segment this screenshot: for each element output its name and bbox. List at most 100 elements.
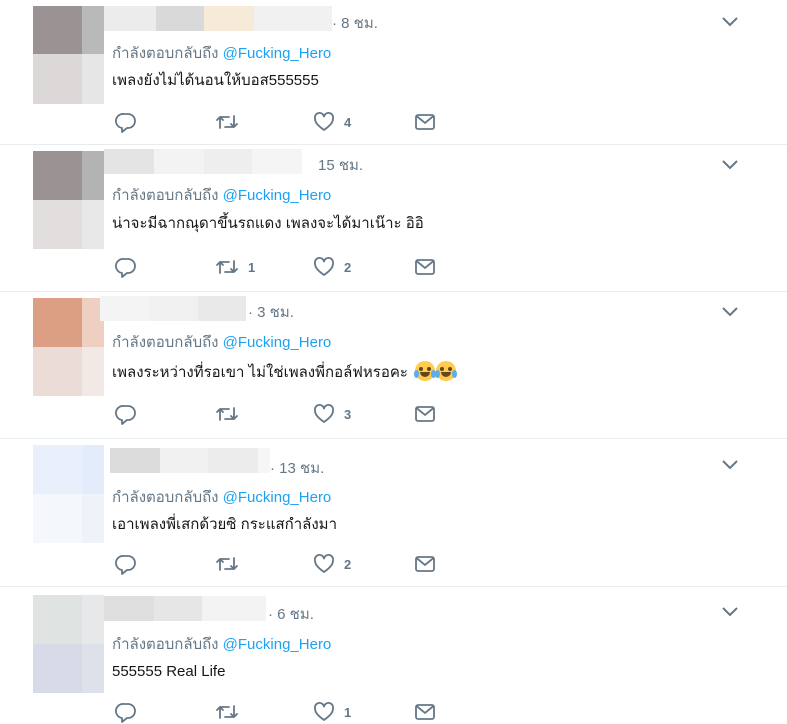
replying-to: กำลังตอบกลับถึง @Fucking_Hero xyxy=(112,41,331,65)
avatar[interactable] xyxy=(33,298,104,396)
reply-button[interactable] xyxy=(115,552,137,576)
replying-to: กำลังตอบกลับถึง @Fucking_Hero xyxy=(112,485,331,509)
timestamp[interactable]: · 3 ชม. xyxy=(248,300,294,324)
reply-item[interactable]: · 6 ชม. กำลังตอบกลับถึง @Fucking_Hero 55… xyxy=(0,587,787,724)
dm-button[interactable] xyxy=(414,110,436,134)
mention-link[interactable]: @Fucking_Hero xyxy=(223,45,332,62)
envelope-icon xyxy=(415,259,435,275)
heart-icon xyxy=(314,404,334,423)
chevron-down-icon[interactable] xyxy=(720,604,740,620)
envelope-icon xyxy=(415,114,435,130)
dm-button[interactable] xyxy=(414,700,436,724)
retweet-button[interactable] xyxy=(215,552,248,576)
reply-text-container: เพลงระหว่างที่รอเขา ไม่ใช่เพลงพี่กอล์ฟหร… xyxy=(112,361,458,383)
action-bar: 4 xyxy=(0,110,787,134)
tears-of-joy-emoji-icon xyxy=(435,361,458,381)
reply-item[interactable]: · 8 ชม. กำลังตอบกลับถึง @Fucking_Hero เพ… xyxy=(0,0,787,145)
action-bar: 2 xyxy=(0,552,787,576)
avatar[interactable] xyxy=(33,151,104,249)
chevron-down-icon[interactable] xyxy=(720,157,740,173)
replying-to: กำลังตอบกลับถึง @Fucking_Hero xyxy=(112,632,331,656)
retweet-button[interactable]: 1 xyxy=(215,255,255,279)
envelope-icon xyxy=(415,704,435,720)
reply-feed: · 8 ชม. กำลังตอบกลับถึง @Fucking_Hero เพ… xyxy=(0,0,787,724)
like-count: 4 xyxy=(344,114,352,130)
reply-text: เอาเพลงพี่เสกด้วยซิ กระแสกำลังมา xyxy=(112,516,337,533)
retweet-icon xyxy=(216,115,238,129)
retweet-icon xyxy=(216,705,238,719)
retweet-icon xyxy=(216,260,238,274)
retweet-icon xyxy=(216,407,238,421)
like-button[interactable]: 4 xyxy=(313,110,351,134)
like-count: 2 xyxy=(344,556,352,572)
reply-button[interactable] xyxy=(115,700,137,724)
mention-link[interactable]: @Fucking_Hero xyxy=(223,187,332,204)
action-bar: 1 2 xyxy=(0,255,787,279)
dm-button[interactable] xyxy=(414,402,436,426)
mention-link[interactable]: @Fucking_Hero xyxy=(223,489,332,506)
heart-icon xyxy=(314,554,334,573)
like-count: 2 xyxy=(344,259,352,275)
display-name-redacted[interactable] xyxy=(104,149,302,174)
retweet-icon xyxy=(216,557,238,571)
retweet-button[interactable] xyxy=(215,700,248,724)
mention-link[interactable]: @Fucking_Hero xyxy=(223,334,332,351)
reply-icon xyxy=(115,113,136,133)
avatar[interactable] xyxy=(33,445,104,543)
reply-icon xyxy=(115,703,136,723)
retweet-button[interactable] xyxy=(215,402,248,426)
display-name-redacted[interactable] xyxy=(100,296,246,321)
mention-link[interactable]: @Fucking_Hero xyxy=(223,636,332,653)
timestamp[interactable]: · 6 ชม. xyxy=(268,602,314,626)
chevron-down-icon[interactable] xyxy=(720,304,740,320)
heart-icon xyxy=(314,702,334,721)
tears-of-joy-emoji-icon xyxy=(414,361,437,381)
replying-prefix: กำลังตอบกลับถึง xyxy=(112,636,219,653)
avatar[interactable] xyxy=(33,595,104,693)
timestamp[interactable]: · 8 ชม. xyxy=(332,11,378,35)
reply-text: เพลงยังไม่ได้นอนให้บอส555555 xyxy=(112,72,319,89)
envelope-icon xyxy=(415,556,435,572)
chevron-down-icon[interactable] xyxy=(720,457,740,473)
replying-prefix: กำลังตอบกลับถึง xyxy=(112,45,219,62)
action-bar: 3 xyxy=(0,402,787,426)
reply-icon xyxy=(115,555,136,575)
reply-icon xyxy=(115,258,136,278)
like-count: 3 xyxy=(344,406,352,422)
like-button[interactable]: 1 xyxy=(313,700,351,724)
reply-item[interactable]: 15 ชม. กำลังตอบกลับถึง @Fucking_Hero น่า… xyxy=(0,145,787,292)
action-bar: 1 xyxy=(0,700,787,724)
like-count: 1 xyxy=(344,704,352,720)
replying-to: กำลังตอบกลับถึง @Fucking_Hero xyxy=(112,183,331,207)
timestamp[interactable]: 15 ชม. xyxy=(318,153,363,177)
envelope-icon xyxy=(415,406,435,422)
like-button[interactable]: 2 xyxy=(313,552,351,576)
reply-text: 555555 Real Life xyxy=(112,663,226,680)
display-name-redacted[interactable] xyxy=(104,596,266,621)
display-name-redacted[interactable] xyxy=(104,6,332,31)
reply-item[interactable]: · 13 ชม. กำลังตอบกลับถึง @Fucking_Hero เ… xyxy=(0,439,787,587)
dm-button[interactable] xyxy=(414,255,436,279)
display-name-redacted[interactable] xyxy=(110,448,270,473)
like-button[interactable]: 3 xyxy=(313,402,351,426)
timestamp[interactable]: · 13 ชม. xyxy=(270,456,324,480)
replying-to: กำลังตอบกลับถึง @Fucking_Hero xyxy=(112,330,331,354)
heart-icon xyxy=(314,112,334,131)
avatar[interactable] xyxy=(33,6,104,104)
reply-item[interactable]: · 3 ชม. กำลังตอบกลับถึง @Fucking_Hero เพ… xyxy=(0,292,787,439)
like-button[interactable]: 2 xyxy=(313,255,351,279)
reply-button[interactable] xyxy=(115,402,137,426)
chevron-down-icon[interactable] xyxy=(720,14,740,30)
reply-icon xyxy=(115,405,136,425)
retweet-count: 1 xyxy=(248,259,256,275)
retweet-button[interactable] xyxy=(215,110,248,134)
reply-text: น่าจะมีฉากณุดาขึ้นรถแดง เพลงจะได้มาเน๊าะ… xyxy=(112,215,424,232)
reply-button[interactable] xyxy=(115,110,137,134)
heart-icon xyxy=(314,257,334,276)
reply-button[interactable] xyxy=(115,255,137,279)
replying-prefix: กำลังตอบกลับถึง xyxy=(112,489,219,506)
replying-prefix: กำลังตอบกลับถึง xyxy=(112,334,219,351)
dm-button[interactable] xyxy=(414,552,436,576)
replying-prefix: กำลังตอบกลับถึง xyxy=(112,187,219,204)
reply-text: เพลงระหว่างที่รอเขา ไม่ใช่เพลงพี่กอล์ฟหร… xyxy=(112,364,408,381)
